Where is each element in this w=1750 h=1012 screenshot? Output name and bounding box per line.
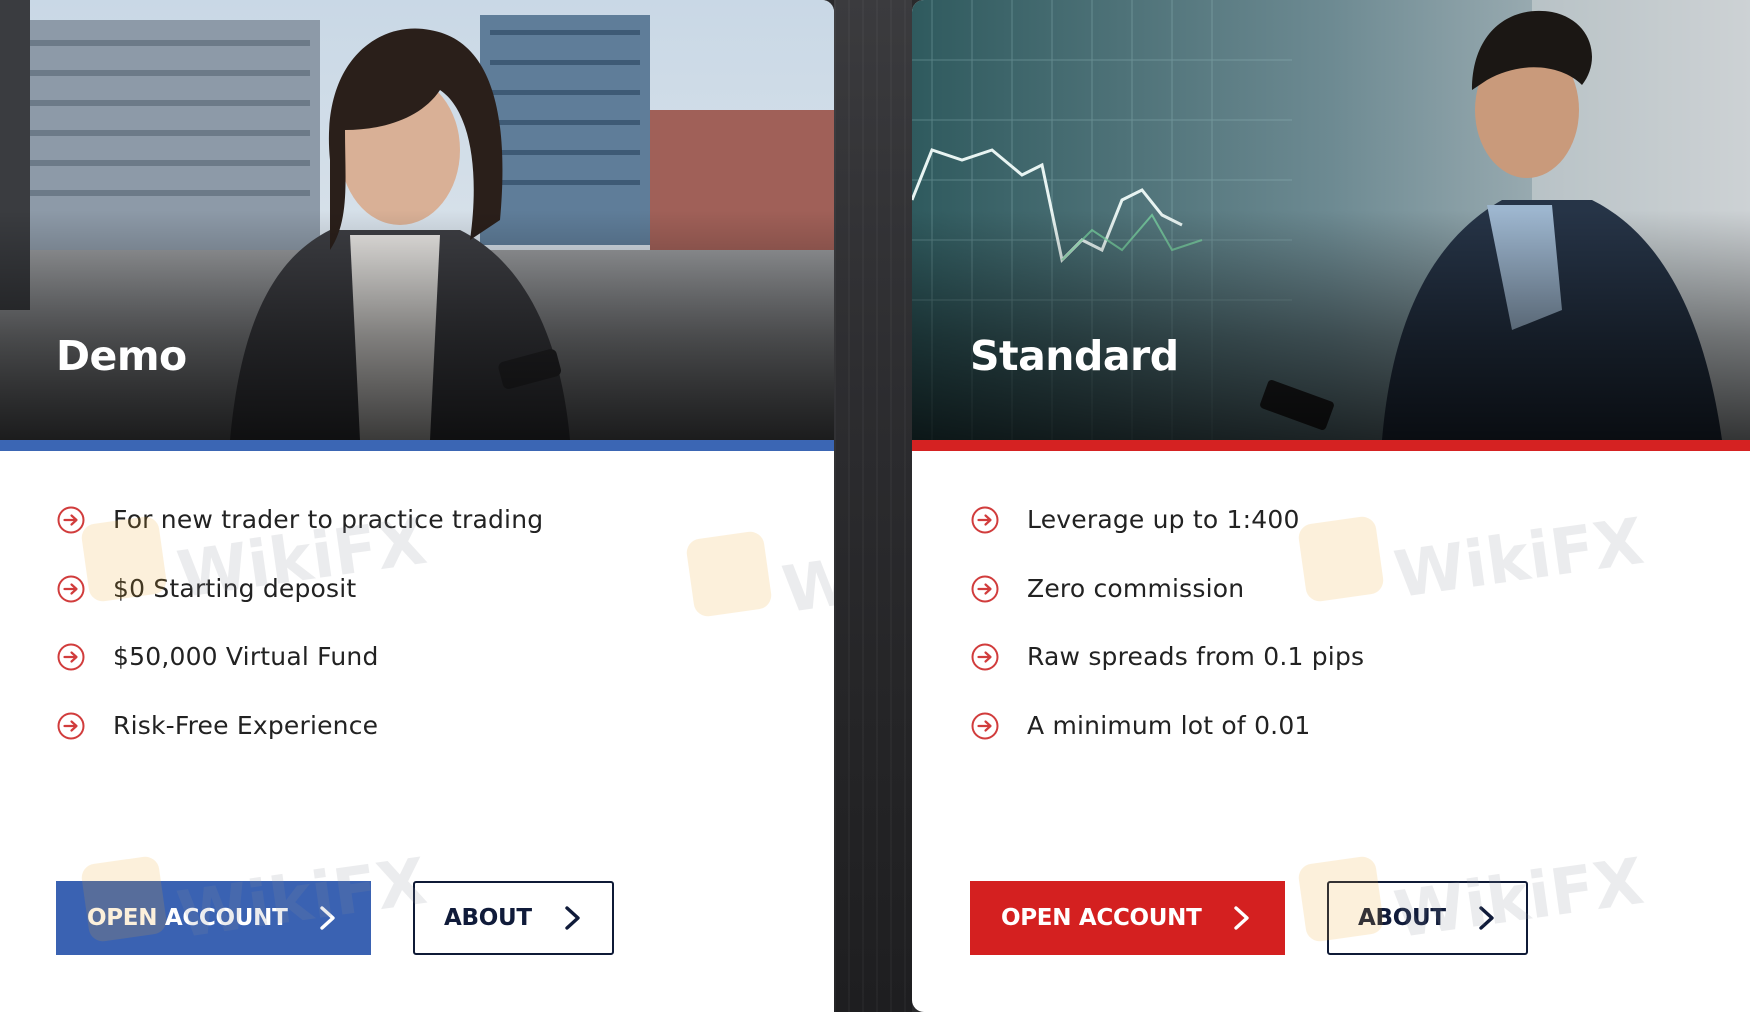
circle-arrow-right-icon [57, 712, 85, 739]
feature-text: For new trader to practice trading [113, 505, 544, 534]
open-account-label: OPEN ACCOUNT [1001, 905, 1202, 931]
standard-feature-list: Leverage up to 1:400 Zero commission Raw… [970, 502, 1364, 776]
feature-text: $0 Starting deposit [113, 573, 357, 603]
circle-arrow-right-icon [57, 575, 85, 602]
feature-text: Risk-Free Experience [113, 710, 379, 740]
list-item: Zero commission [970, 571, 1364, 640]
feature-text: A minimum lot of 0.01 [1027, 710, 1311, 740]
standard-title: Standard [970, 332, 1179, 380]
standard-accent-bar [912, 440, 1750, 451]
demo-open-account-button[interactable]: OPEN ACCOUNT [56, 881, 371, 955]
chevron-right-icon [1479, 906, 1494, 930]
demo-hero-image: Demo [0, 0, 834, 440]
circle-arrow-right-icon [971, 575, 999, 602]
demo-about-button[interactable]: ABOUT [413, 881, 614, 955]
feature-text: Zero commission [1027, 573, 1245, 603]
demo-account-card: Demo For new trader to practice trading … [0, 0, 834, 1012]
circle-arrow-right-icon [971, 506, 999, 534]
circle-arrow-right-icon [57, 506, 85, 534]
watermark-text: WikiFX [1390, 504, 1649, 614]
feature-text: Raw spreads from 0.1 pips [1027, 642, 1365, 671]
demo-title: Demo [56, 332, 187, 380]
demo-accent-bar [0, 440, 834, 451]
about-label: ABOUT [1358, 905, 1446, 931]
circle-arrow-right-icon [971, 712, 999, 739]
standard-about-button[interactable]: ABOUT [1327, 881, 1528, 955]
watermark-text: WikiFX [778, 519, 834, 629]
list-item: Raw spreads from 0.1 pips [970, 639, 1364, 708]
standard-account-card: Standard Leverage up to 1:400 Zero commi… [912, 0, 1750, 1012]
list-item: Leverage up to 1:400 [970, 502, 1364, 571]
open-account-label: OPEN ACCOUNT [87, 905, 288, 931]
about-label: ABOUT [444, 905, 532, 931]
standard-hero-image: Standard [912, 0, 1750, 440]
chevron-right-icon [1234, 906, 1249, 930]
background-divider [834, 0, 912, 1012]
circle-arrow-right-icon [971, 643, 999, 671]
chevron-right-icon [565, 906, 580, 930]
feature-text: $50,000 Virtual Fund [113, 642, 379, 671]
list-item: For new trader to practice trading [56, 502, 543, 571]
watermark-logo-icon [684, 529, 774, 619]
watermark: WikiFX [684, 520, 834, 628]
list-item: A minimum lot of 0.01 [970, 708, 1364, 777]
list-item: $50,000 Virtual Fund [56, 639, 543, 708]
feature-text: Leverage up to 1:400 [1027, 505, 1300, 534]
chevron-right-icon [320, 906, 335, 930]
list-item: Risk-Free Experience [56, 708, 543, 777]
demo-hero-overlay [0, 210, 834, 440]
standard-hero-overlay [912, 210, 1750, 440]
demo-feature-list: For new trader to practice trading $0 St… [56, 502, 543, 776]
standard-open-account-button[interactable]: OPEN ACCOUNT [970, 881, 1285, 955]
list-item: $0 Starting deposit [56, 571, 543, 640]
circle-arrow-right-icon [57, 643, 85, 671]
